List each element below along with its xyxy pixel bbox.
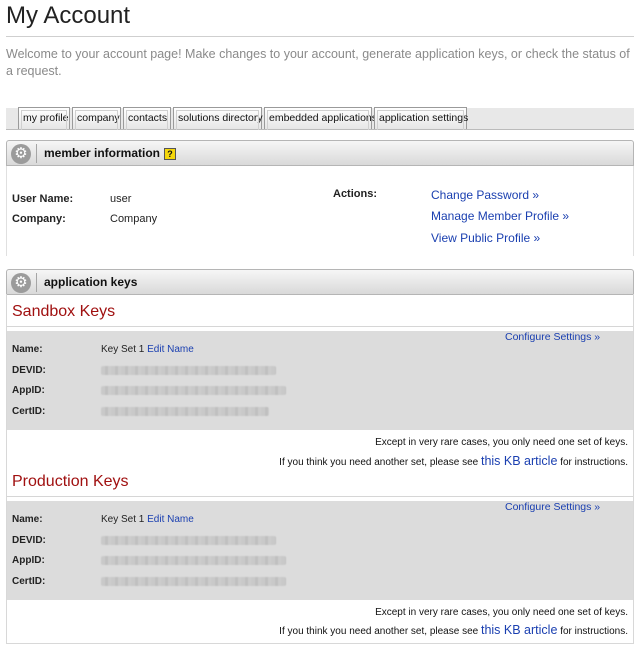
title-divider [6,36,634,37]
production-configure-settings-link[interactable]: Configure Settings » [505,501,600,513]
production-note-line1: Except in very rare cases, you only need… [375,607,628,618]
production-appid-label: AppID: [12,555,45,566]
sandbox-name-label: Name: [12,344,43,355]
sandbox-devid-label: DEVID: [12,365,46,376]
gear-icon: ⚙ [11,273,31,293]
production-divider [7,496,633,497]
sandbox-note-prefix: If you think you need another set, pleas… [279,457,479,468]
production-devid-label: DEVID: [12,535,46,546]
sandbox-keys-heading: Sandbox Keys [12,303,116,320]
sandbox-appid-value-redacted [101,386,286,395]
actions-label: Actions: [333,188,377,200]
user-name-value: user [110,193,132,205]
sandbox-name-value: Key Set 1 Edit Name [101,344,194,355]
production-name-label: Name: [12,514,43,525]
company-label: Company: [12,213,66,225]
view-public-profile-link[interactable]: View Public Profile » [431,231,540,245]
sandbox-certid-label: CertID: [12,406,46,417]
company-value: Company [110,213,158,225]
production-certid-label: CertID: [12,576,46,587]
help-icon[interactable]: ? [164,148,177,160]
application-keys-header: ⚙ application keys [6,269,634,295]
production-note-line2: If you think you need another set, pleas… [279,623,628,637]
tab-company[interactable]: company [72,107,121,130]
tab-embedded-applications[interactable]: embedded applications [264,107,377,130]
change-password-link[interactable]: Change Password » [431,188,539,202]
sandbox-certid-value-redacted [101,407,269,416]
production-keys-heading: Production Keys [12,473,129,490]
production-key-set-name: Key Set 1 [101,514,145,525]
member-information-title: member information [44,146,161,160]
tab-contacts[interactable]: contacts [123,107,171,130]
production-devid-value-redacted [101,536,276,545]
production-appid-value-redacted [101,556,286,565]
page-title: My Account [6,2,131,29]
production-name-value: Key Set 1 Edit Name [101,514,194,525]
production-kb-article-link[interactable]: this KB article [481,623,557,637]
manage-member-profile-link[interactable]: Manage Member Profile » [431,209,569,223]
sandbox-note-line2: If you think you need another set, pleas… [279,454,628,468]
sandbox-key-set-name: Key Set 1 [101,344,145,355]
tab-my-profile[interactable]: my profile [18,107,70,130]
gear-icon: ⚙ [11,144,31,164]
tab-solutions-directory[interactable]: solutions directory [173,107,263,130]
welcome-text: Welcome to your account page! Make chang… [6,47,630,78]
production-edit-name-link[interactable]: Edit Name [147,514,194,525]
header-separator [36,273,37,292]
sandbox-appid-label: AppID: [12,385,45,396]
sandbox-note-line1: Except in very rare cases, you only need… [375,437,628,448]
application-keys-title: application keys [44,275,138,289]
tab-application-settings[interactable]: application settings [374,107,468,130]
member-information-header: ⚙ member information? [6,140,634,166]
sandbox-note-suffix: for instructions. [560,457,628,468]
sandbox-configure-settings-link[interactable]: Configure Settings » [505,331,600,343]
sandbox-devid-value-redacted [101,366,276,375]
header-separator [36,144,37,163]
sandbox-edit-name-link[interactable]: Edit Name [147,344,194,355]
production-certid-value-redacted [101,577,286,586]
production-note-prefix: If you think you need another set, pleas… [279,626,479,637]
user-name-label: User Name: [12,193,74,205]
sandbox-kb-article-link[interactable]: this KB article [481,454,557,468]
sandbox-divider [7,326,633,327]
production-note-suffix: for instructions. [560,626,628,637]
